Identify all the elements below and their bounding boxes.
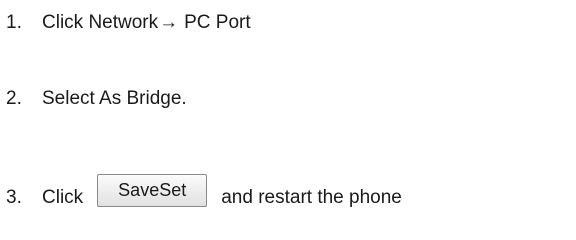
step-1: 1. Click Network → PC Port — [6, 12, 251, 34]
step-text-after: and restart the phone — [221, 187, 402, 208]
step-2: 2. Select As Bridge. — [6, 88, 187, 110]
step-number: 3. — [6, 187, 22, 208]
menu-target-label: PC Port — [184, 12, 251, 33]
step-text: Click — [42, 187, 84, 208]
step-text: Click Network — [42, 12, 159, 33]
saveset-button[interactable]: SaveSet — [97, 173, 208, 207]
step-text: Select As Bridge. — [42, 88, 187, 109]
step-number: 2. — [6, 88, 22, 109]
step-3: 3. Click SaveSet and restart the phone — [6, 166, 402, 214]
step-number: 1. — [6, 12, 22, 33]
right-arrow-icon: → — [159, 12, 179, 33]
